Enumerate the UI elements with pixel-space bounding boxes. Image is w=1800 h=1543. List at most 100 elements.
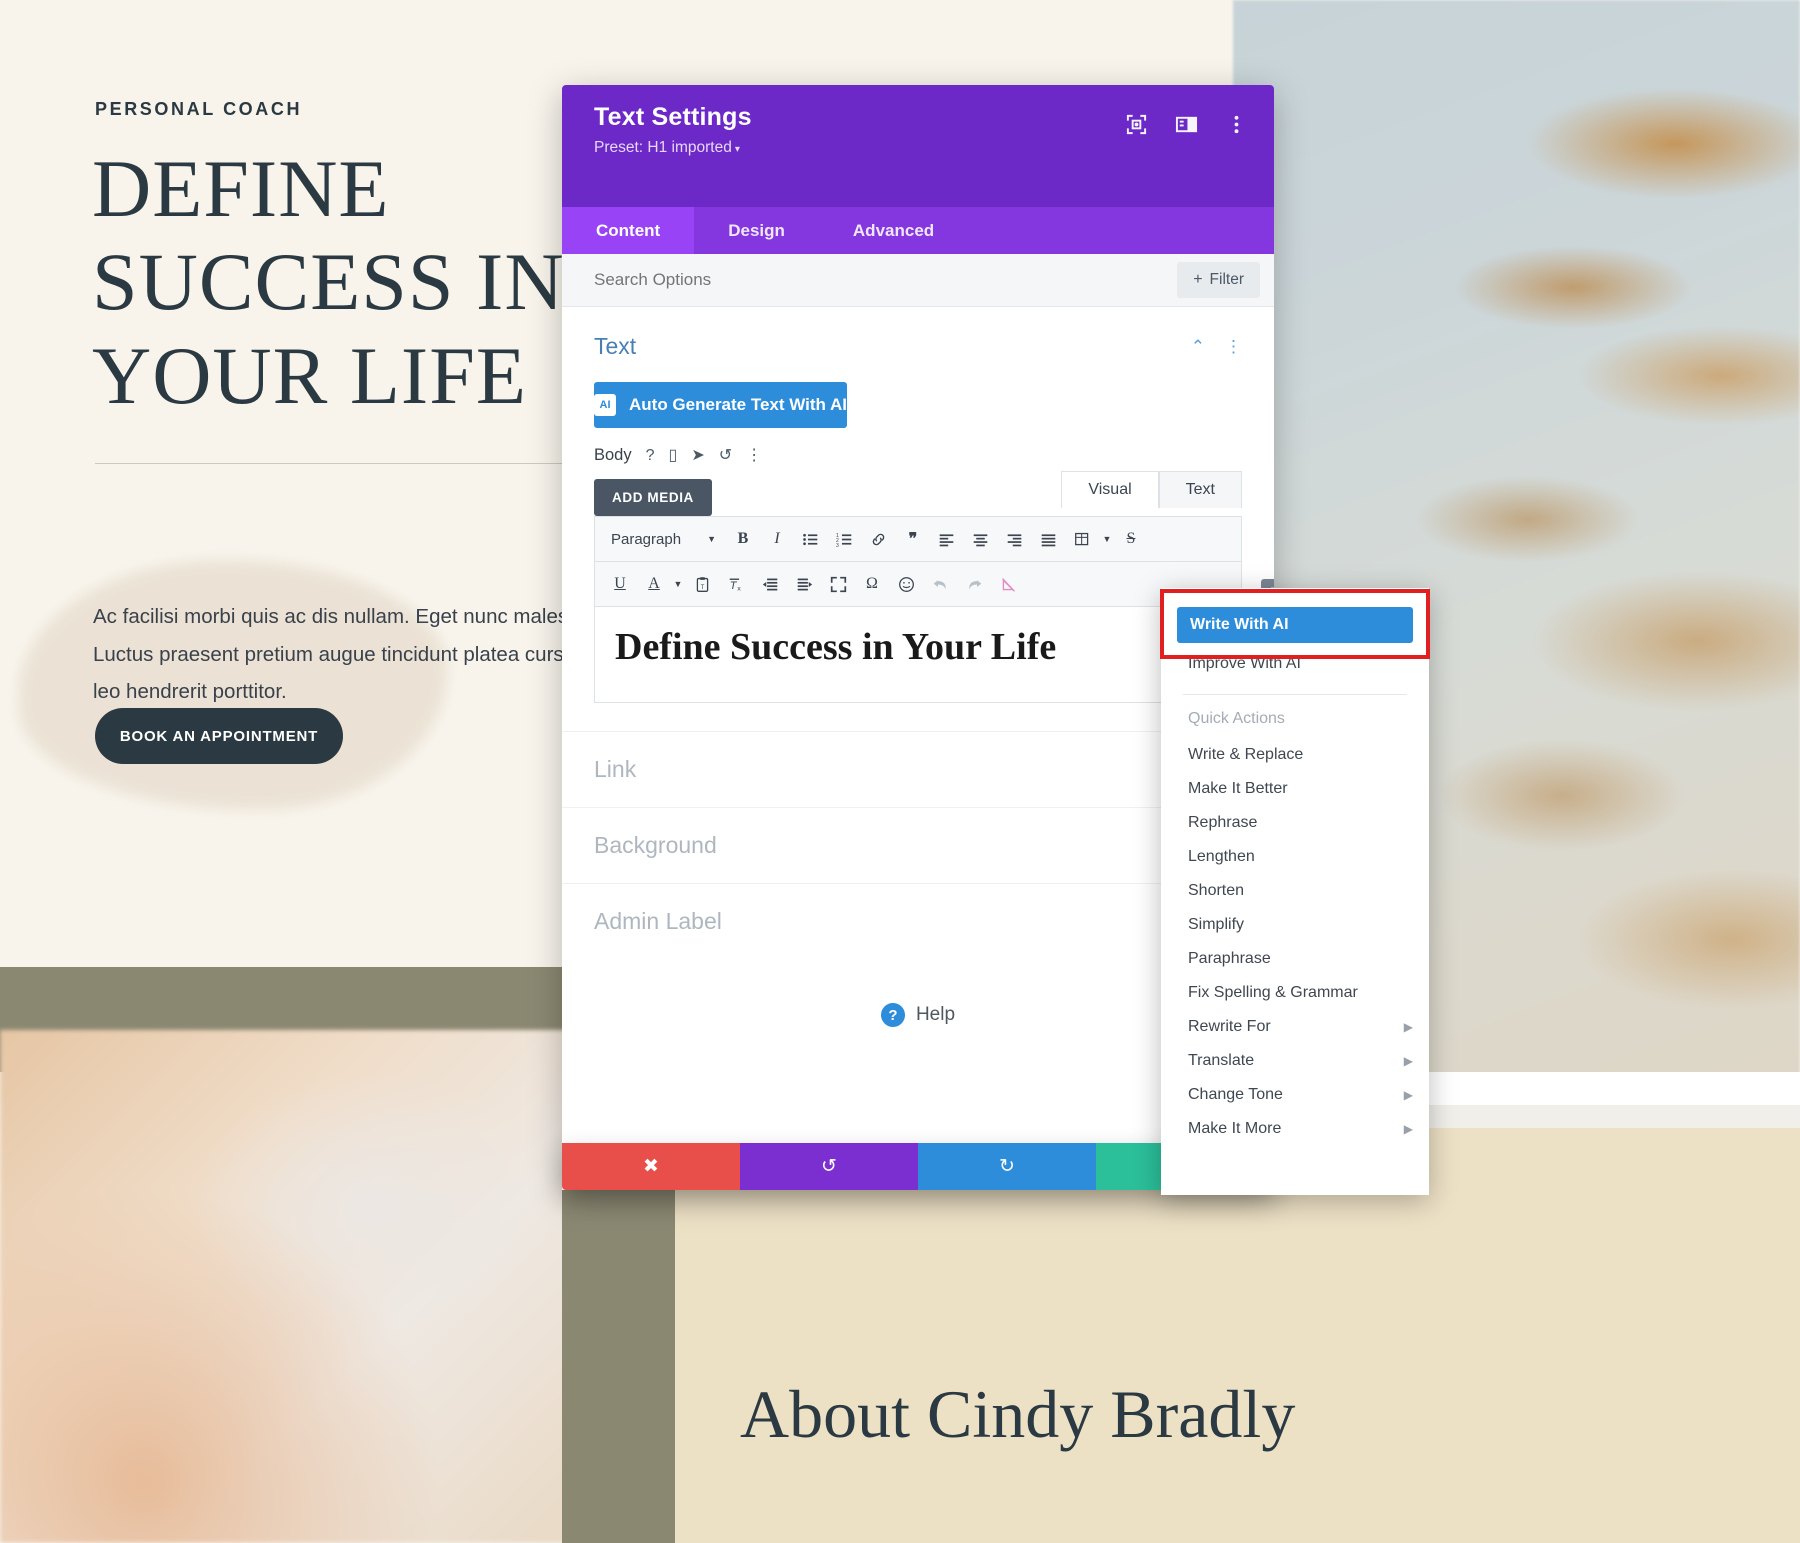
tab-text[interactable]: Text (1158, 471, 1242, 508)
italic-icon[interactable]: I (762, 524, 792, 554)
menu-item-rewrite-for[interactable]: Rewrite For ▶ (1161, 1010, 1429, 1044)
text-color-icon[interactable]: A (639, 569, 669, 599)
body-field-label: Body (594, 446, 632, 464)
menu-item-label: Fix Spelling & Grammar (1188, 984, 1358, 1001)
redo-button[interactable]: ↻ (918, 1143, 1096, 1190)
hover-cursor-icon[interactable]: ➤ (691, 447, 704, 464)
paste-as-text-icon[interactable]: T (687, 569, 717, 599)
help-circle-icon[interactable]: ? (646, 447, 655, 464)
preset-label: Preset: H1 imported (594, 139, 732, 156)
quick-actions-label: Quick Actions (1188, 710, 1285, 727)
menu-item-label: Make It More (1188, 1120, 1282, 1137)
undo-icon[interactable] (925, 569, 955, 599)
field-kebab-icon[interactable]: ⋮ (746, 447, 762, 464)
section-kebab-icon[interactable]: ⋮ (1225, 337, 1242, 357)
search-input[interactable] (594, 270, 1178, 290)
fullscreen-icon[interactable] (823, 569, 853, 599)
search-options-bar: + Filter (562, 254, 1274, 307)
focus-frame-icon[interactable] (1125, 113, 1148, 136)
filter-label: Filter (1209, 271, 1244, 288)
editor-toolbar-row-1: Paragraph ▼ B I 123 ❞ ▼ S (594, 516, 1242, 562)
redo-icon[interactable] (959, 569, 989, 599)
improve-with-ai-item[interactable]: Improve With AI (1161, 643, 1429, 685)
menu-item-label: Rephrase (1188, 814, 1258, 831)
menu-item-rephrase[interactable]: Rephrase (1161, 806, 1429, 840)
bullet-list-icon[interactable] (796, 524, 826, 554)
strikethrough-icon[interactable]: S (1116, 524, 1146, 554)
align-right-icon[interactable] (1000, 524, 1030, 554)
align-center-icon[interactable] (966, 524, 996, 554)
format-select[interactable]: Paragraph ▼ (605, 524, 724, 554)
chevron-up-icon[interactable]: ⌃ (1191, 337, 1205, 357)
editor-mode-tabs: Visual Text (1061, 471, 1242, 508)
menu-item-write-replace[interactable]: Write & Replace (1161, 738, 1429, 772)
tab-design[interactable]: Design (694, 207, 819, 254)
svg-text:T: T (729, 579, 737, 591)
chevron-right-icon: ▶ (1403, 1054, 1413, 1068)
editor-heading-text: Define Success in Your Life (615, 626, 1057, 668)
undo-button[interactable]: ↺ (740, 1143, 918, 1190)
outdent-icon[interactable] (755, 569, 785, 599)
olive-band-left (562, 1128, 675, 1543)
underline-icon[interactable]: U (605, 569, 635, 599)
menu-item-make-it-better[interactable]: Make It Better (1161, 772, 1429, 806)
editor-toolbar-row-2: U A ▼ T Tx Ω (594, 562, 1242, 607)
about-portrait-photo (0, 1030, 600, 1543)
align-justify-icon[interactable] (1034, 524, 1064, 554)
reset-icon[interactable]: ↺ (719, 447, 732, 464)
body-field-row: Body ? ▯ ➤ ↺ ⋮ (562, 428, 1274, 465)
auto-generate-label: Auto Generate Text With AI (629, 395, 848, 414)
chevron-down-icon: ▾ (734, 144, 740, 155)
menu-item-label: Lengthen (1188, 848, 1255, 865)
clear-formatting-icon[interactable]: Tx (721, 569, 751, 599)
layout-panel-icon[interactable] (1175, 113, 1198, 136)
align-left-icon[interactable] (932, 524, 962, 554)
section-title: Text (594, 333, 637, 359)
kebab-menu-icon[interactable] (1225, 113, 1248, 136)
about-title: About Cindy Bradly (740, 1376, 1296, 1452)
numbered-list-icon[interactable]: 123 (830, 524, 860, 554)
editor-content-area[interactable]: Define Success in Your Life AI (594, 579, 1274, 703)
tab-advanced[interactable]: Advanced (819, 207, 968, 254)
bold-icon[interactable]: B (728, 524, 758, 554)
menu-item-lengthen[interactable]: Lengthen (1161, 840, 1429, 874)
keyboard-shortcuts-icon[interactable] (993, 569, 1023, 599)
header-icon-group (1125, 113, 1248, 136)
blockquote-icon[interactable]: ❞ (898, 524, 928, 554)
table-dropdown-icon[interactable]: ▼ (1102, 524, 1112, 554)
filter-button[interactable]: + Filter (1177, 262, 1260, 298)
svg-text:T: T (700, 584, 704, 590)
menu-item-shorten[interactable]: Shorten (1161, 874, 1429, 908)
text-section-header: Text ⌃ ⋮ (562, 307, 1274, 366)
menu-item-paraphrase[interactable]: Paraphrase (1161, 942, 1429, 976)
menu-item-label: Translate (1188, 1052, 1255, 1069)
link-icon[interactable] (864, 524, 894, 554)
menu-item-simplify[interactable]: Simplify (1161, 908, 1429, 942)
discard-button[interactable]: ✖ (562, 1143, 740, 1190)
ai-badge-icon: AI (594, 394, 616, 416)
special-character-icon[interactable]: Ω (857, 569, 887, 599)
book-appointment-button[interactable]: BOOK AN APPOINTMENT (95, 708, 343, 764)
auto-generate-text-button[interactable]: AI Auto Generate Text With AI (594, 382, 848, 428)
emoji-icon[interactable] (891, 569, 921, 599)
menu-divider (1183, 694, 1407, 695)
hero-eyebrow: PERSONAL COACH (95, 99, 303, 119)
menu-item-make-it-more[interactable]: Make It More ▶ (1161, 1112, 1429, 1146)
responsive-mobile-icon[interactable]: ▯ (669, 447, 678, 464)
tab-content[interactable]: Content (562, 207, 695, 254)
chevron-down-icon: ▼ (707, 534, 716, 544)
text-color-dropdown-icon[interactable]: ▼ (673, 569, 683, 599)
preset-selector[interactable]: Preset: H1 imported ▾ (594, 139, 1248, 157)
menu-item-label: Change Tone (1188, 1086, 1283, 1103)
menu-item-translate[interactable]: Translate ▶ (1161, 1044, 1429, 1078)
table-icon[interactable] (1068, 524, 1098, 554)
menu-item-label: Simplify (1188, 916, 1245, 933)
indent-icon[interactable] (789, 569, 819, 599)
tab-visual[interactable]: Visual (1061, 471, 1159, 508)
ai-context-menu: Write With AI Improve With AI Quick Acti… (1161, 588, 1429, 1195)
plus-icon: + (1193, 271, 1203, 288)
write-with-ai-button[interactable]: Write With AI (1177, 607, 1413, 643)
add-media-button[interactable]: ADD MEDIA (594, 479, 712, 516)
menu-item-change-tone[interactable]: Change Tone ▶ (1161, 1078, 1429, 1112)
menu-item-fix-spelling-grammar[interactable]: Fix Spelling & Grammar (1161, 976, 1429, 1010)
